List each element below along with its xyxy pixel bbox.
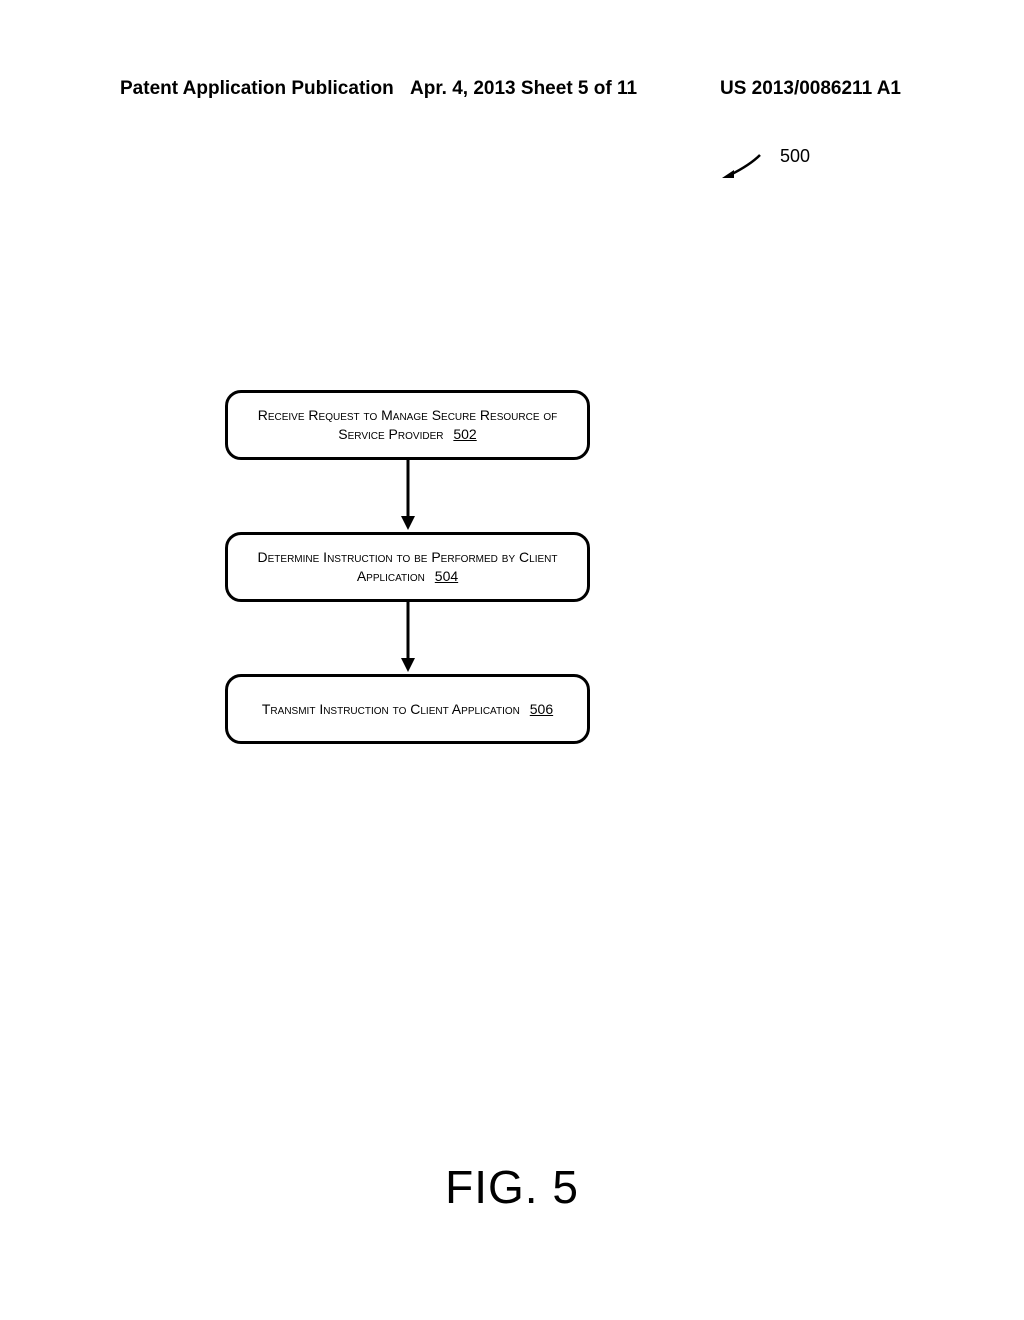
flow-step-content: Transmit Instruction to Client Applicati…	[262, 700, 553, 719]
figure-label: FIG. 5	[0, 1160, 1024, 1214]
flow-step-content: Determine Instruction to be Performed by…	[240, 548, 575, 586]
header-publication: Patent Application Publication	[120, 78, 394, 100]
flow-step-text: Receive Request to Manage Secure Resourc…	[258, 407, 558, 442]
flow-arrow-2	[225, 602, 590, 674]
flow-step-502: Receive Request to Manage Secure Resourc…	[225, 390, 590, 460]
flow-step-ref: 502	[453, 426, 476, 442]
flowchart: Receive Request to Manage Secure Resourc…	[225, 390, 590, 744]
flow-step-504: Determine Instruction to be Performed by…	[225, 532, 590, 602]
flow-step-506: Transmit Instruction to Client Applicati…	[225, 674, 590, 744]
reference-number: 500	[780, 146, 810, 167]
flow-arrow-1	[225, 460, 590, 532]
flow-step-ref: 504	[435, 568, 458, 584]
reference-arrow-icon	[720, 150, 765, 185]
header-date-sheet: Apr. 4, 2013 Sheet 5 of 11	[410, 78, 637, 100]
flow-step-text: Determine Instruction to be Performed by…	[258, 549, 558, 584]
flow-step-ref: 506	[530, 701, 553, 717]
flow-step-text: Transmit Instruction to Client Applicati…	[262, 701, 520, 717]
header-doc-number: US 2013/0086211 A1	[720, 78, 901, 100]
flow-step-content: Receive Request to Manage Secure Resourc…	[240, 406, 575, 444]
